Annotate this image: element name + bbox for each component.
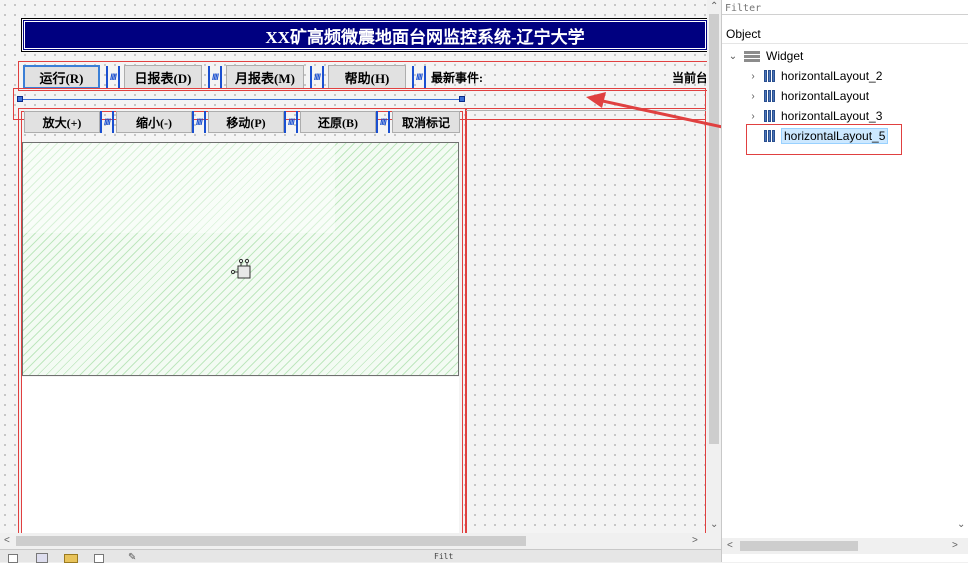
title-banner: XX矿高频微震地面台网监控系统-辽宁大学 <box>21 18 709 52</box>
tree-annotation-box <box>746 124 902 155</box>
inspector-horizontal-scrollbar[interactable]: < > <box>722 538 968 554</box>
map-toolbar-spacer[interactable]: //// <box>100 111 114 133</box>
map-view[interactable] <box>22 142 459 376</box>
horizontal-layout-icon <box>764 110 775 122</box>
event-list-area[interactable] <box>22 377 459 534</box>
chevron-right-icon[interactable]: › <box>746 111 760 122</box>
scroll-thumb[interactable] <box>740 541 858 551</box>
scroll-thumb[interactable] <box>709 14 719 444</box>
tree-item-widget[interactable]: ⌄ Widget <box>722 46 968 66</box>
selection-handle[interactable] <box>459 96 465 102</box>
tree-header[interactable]: Object <box>722 24 968 44</box>
current-station-label: 当前台 <box>672 71 706 85</box>
scroll-down-icon[interactable]: ⌄ <box>710 518 718 532</box>
chevron-down-icon[interactable]: ⌄ <box>726 51 740 62</box>
toolbar-spacer[interactable]: //// <box>310 66 324 88</box>
inspector-scroll-down-icon[interactable]: ⌄ <box>957 518 965 532</box>
page-title: XX矿高频微震地面台网监控系统-辽宁大学 <box>265 27 585 47</box>
cancel-mark-button[interactable]: 取消标记 <box>392 111 460 133</box>
latest-event-label: 最新事件: <box>431 71 483 85</box>
zoom-in-button[interactable]: 放大(+) <box>24 111 100 133</box>
chevron-right-icon[interactable]: › <box>746 91 760 102</box>
right-panel-layout[interactable] <box>466 108 706 534</box>
plugin-widget-icon <box>230 258 254 280</box>
tree-item-label: Widget <box>766 49 804 63</box>
filter-bar[interactable] <box>722 0 968 16</box>
widget-icon <box>744 50 760 62</box>
scroll-right-icon[interactable]: > <box>692 534 698 548</box>
tree-item-horizontal-layout-3[interactable]: › horizontalLayout_3 <box>722 106 968 126</box>
scroll-thumb[interactable] <box>16 536 526 546</box>
scroll-right-icon[interactable]: > <box>952 539 958 553</box>
daily-report-button[interactable]: 日报表(D) <box>124 65 202 89</box>
tree-item-horizontal-layout-2[interactable]: › horizontalLayout_2 <box>722 66 968 86</box>
toolbar-spacer[interactable]: //// <box>412 66 426 88</box>
map-view-hatch-inner <box>23 143 335 233</box>
help-button[interactable]: 帮助(H) <box>328 65 406 89</box>
horizontal-layout-icon <box>764 70 775 82</box>
toolbar-spacer[interactable]: //// <box>208 66 222 88</box>
canvas-horizontal-scrollbar[interactable]: < > <box>0 533 707 549</box>
tree-item-label: horizontalLayout_3 <box>781 109 883 123</box>
layout-selection-line <box>20 99 462 100</box>
selection-handle[interactable] <box>17 96 23 102</box>
zoom-out-button[interactable]: 缩小(-) <box>116 111 192 133</box>
filter-input[interactable] <box>722 1 962 16</box>
column-header-object: Object <box>726 26 761 41</box>
move-button[interactable]: 移动(P) <box>208 111 284 133</box>
scroll-left-icon[interactable]: < <box>4 534 10 548</box>
monthly-report-button[interactable]: 月报表(M) <box>226 65 304 89</box>
chevron-right-icon[interactable]: › <box>746 71 760 82</box>
map-toolbar-spacer[interactable]: //// <box>376 111 390 133</box>
toolbar-spacer[interactable]: //// <box>106 66 120 88</box>
tree-item-horizontal-layout[interactable]: › horizontalLayout <box>722 86 968 106</box>
tree-item-label: horizontalLayout_2 <box>781 69 883 83</box>
wrench-icon[interactable]: ✎ <box>128 552 136 563</box>
horizontal-layout-icon <box>764 90 775 102</box>
run-button[interactable]: 运行(R) <box>23 65 100 89</box>
canvas-vertical-scrollbar[interactable]: ⌃ ⌄ <box>707 0 721 533</box>
scroll-up-icon[interactable]: ⌃ <box>710 0 718 14</box>
restore-button[interactable]: 还原(B) <box>300 111 376 133</box>
bottom-toolbar: ✎ Filt <box>0 549 721 563</box>
bottom-filter-text: Filt <box>434 552 454 561</box>
bottom-right-strip <box>722 554 968 562</box>
tree-item-label: horizontalLayout <box>781 89 870 103</box>
scroll-left-icon[interactable]: < <box>727 539 733 553</box>
map-toolbar-spacer[interactable]: //// <box>192 111 206 133</box>
map-toolbar-spacer[interactable]: //// <box>284 111 298 133</box>
